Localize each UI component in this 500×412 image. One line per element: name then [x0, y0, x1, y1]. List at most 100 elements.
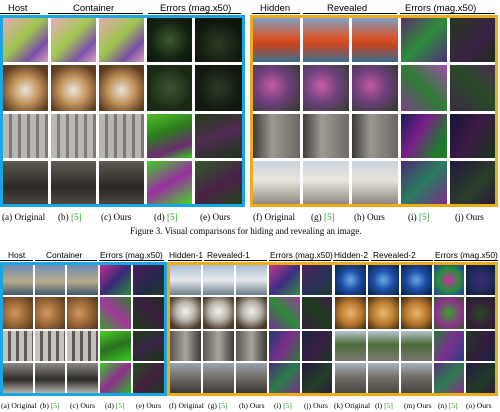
bread-error2-ours-image	[466, 297, 495, 329]
street-building-revealed-ours-image	[352, 114, 398, 158]
lake-host-image	[3, 265, 33, 295]
fig4-subcaption-i: (i) [5]	[274, 401, 292, 410]
classical-building-hidden-image	[253, 161, 300, 204]
fig3-header-rule	[303, 13, 397, 14]
fig4-subcaption-l: (l) [5]	[375, 401, 393, 410]
tiger-container-ref-image	[51, 65, 96, 111]
fig3-subcaption-e: (e) Ours	[200, 212, 231, 222]
building-error1-ref-image	[269, 331, 300, 361]
tree-revealed2-ref-image	[368, 331, 399, 361]
dog-revealed1-ours-image	[236, 297, 267, 329]
bread-error2-ref-image	[434, 297, 464, 329]
mountain-error1-ref-image	[269, 265, 300, 295]
bread-revealed2-ref-image	[368, 297, 399, 329]
dog-error1-ref-image	[269, 297, 300, 329]
lake-container-ref-image	[35, 265, 65, 295]
fig4-header-rule	[204, 260, 267, 261]
classical-building-revealed-ref-image	[303, 161, 349, 204]
fig3-header-rule	[400, 13, 495, 14]
fig4-header-rule	[371, 260, 433, 261]
flowers-error-ref-image	[401, 65, 447, 111]
desert-error-ref-image	[100, 297, 131, 329]
flowers-error-ours-image	[450, 65, 495, 111]
building-hidden1-image	[170, 331, 201, 361]
tree-error2-ours-image	[466, 331, 495, 361]
fig4-header-host: Host	[8, 250, 26, 260]
desert-host-image	[3, 297, 33, 329]
lifeboat-revealed-ref-image	[303, 18, 349, 62]
fig4-header-rule	[269, 260, 331, 261]
tiger-container-ours-image	[99, 65, 144, 111]
tiger-error-ours-image	[195, 65, 242, 111]
fig4-subcaption-m: (m) Ours	[404, 401, 432, 410]
fig4-subcaption-b: (b) [5]	[40, 401, 60, 410]
building-revealed1-ours-image	[236, 331, 267, 361]
fig4-subcaption-n: (n) [5]	[438, 401, 458, 410]
blue-revealed2-ours-image	[401, 265, 432, 295]
street-container-ref-image	[35, 363, 65, 393]
fig4-subcaption-o: (o) Ours	[466, 401, 492, 410]
fig4-header-rule	[99, 260, 164, 261]
flowers-revealed-ref-image	[303, 65, 349, 111]
mountain-revealed1-ref-image	[203, 265, 234, 295]
fig4-subcaption-a: (a) Original	[1, 401, 37, 410]
lifeboat-hidden-image	[253, 18, 300, 62]
buildings-hidden1-image	[170, 363, 201, 393]
buildings-revealed1-ref-image	[203, 363, 234, 393]
fig4-header-rule	[168, 260, 202, 261]
fig3-caption: Figure 3. Visual comparisons for hiding …	[130, 226, 362, 236]
street-error-ours-image	[133, 363, 164, 393]
fig3-subcaption-f: (f) Original	[253, 212, 296, 222]
fig4-header-errors-1: Errors (mag.x50)	[100, 250, 163, 260]
fig4-header-revealed-2: Revealed-2	[373, 250, 416, 260]
facade-host-image	[3, 331, 33, 361]
street-error-ref-image	[100, 363, 131, 393]
fig3-header-rule	[48, 13, 143, 14]
facade-error-ref-image	[100, 331, 131, 361]
shopfront-container-ours-image	[99, 161, 144, 204]
building-error1-ours-image	[302, 331, 332, 361]
fig3-subcaption-j: (j) Ours	[455, 212, 484, 222]
street-building-error-ref-image	[401, 114, 447, 158]
bread-hidden2-image	[335, 297, 366, 329]
dog-hidden1-image	[170, 297, 201, 329]
macarons-error-ref-image	[147, 18, 192, 62]
fig4-header-rule	[0, 260, 33, 261]
lake-error-ours-image	[133, 265, 164, 295]
flowers-revealed-ours-image	[352, 65, 398, 111]
fig3-header-rule	[0, 13, 40, 14]
facade-container-ours-image	[67, 331, 98, 361]
fig4-header-errors-2: Errors (mag.x50)	[270, 250, 333, 260]
tree-error2-ref-image	[434, 331, 464, 361]
fig4-header-rule	[434, 260, 498, 261]
fig3-subcaption-b: (b) [5]	[58, 212, 82, 222]
dog-revealed1-ref-image	[203, 297, 234, 329]
lifeboat-error-ref-image	[401, 18, 447, 62]
lifeboat-revealed-ours-image	[352, 18, 398, 62]
fig4-subcaption-j: (j) Ours	[304, 401, 328, 410]
flowers-hidden-image	[253, 65, 300, 111]
building-container-ref-image	[51, 114, 96, 158]
fig4-subcaption-c: (c) Ours	[70, 401, 96, 410]
buildings-error1-ref-image	[269, 363, 300, 393]
tiger-error-ref-image	[147, 65, 192, 111]
fig4-subcaption-d: (d) [5]	[105, 401, 125, 410]
tree-revealed2-ours-image	[401, 331, 432, 361]
street-building-hidden-image	[253, 114, 300, 158]
street-building-revealed-ref-image	[303, 114, 349, 158]
fig4-subcaption-e: (e) Ours	[136, 401, 162, 410]
fig4-subcaption-g: (g) [5]	[208, 401, 228, 410]
shopfront-original-image	[3, 161, 48, 204]
desert-container-ref-image	[35, 297, 65, 329]
shopfront-error-ref-image	[147, 161, 192, 204]
blue-error2-ours-image	[466, 265, 495, 295]
macarons-container-ours-image	[99, 18, 144, 62]
building-revealed2-ours-image	[401, 363, 432, 393]
fig3-subcaption-h: (h) Ours	[354, 212, 385, 222]
bread-revealed2-ours-image	[401, 297, 432, 329]
fig4-header-hidden-1: Hidden-1	[169, 250, 203, 260]
fig4-header-revealed-1: Revealed-1	[207, 250, 250, 260]
building-error2-ref-image	[434, 363, 464, 393]
building-revealed2-ref-image	[368, 363, 399, 393]
fig3-subcaption-d: (d) [5]	[154, 212, 178, 222]
